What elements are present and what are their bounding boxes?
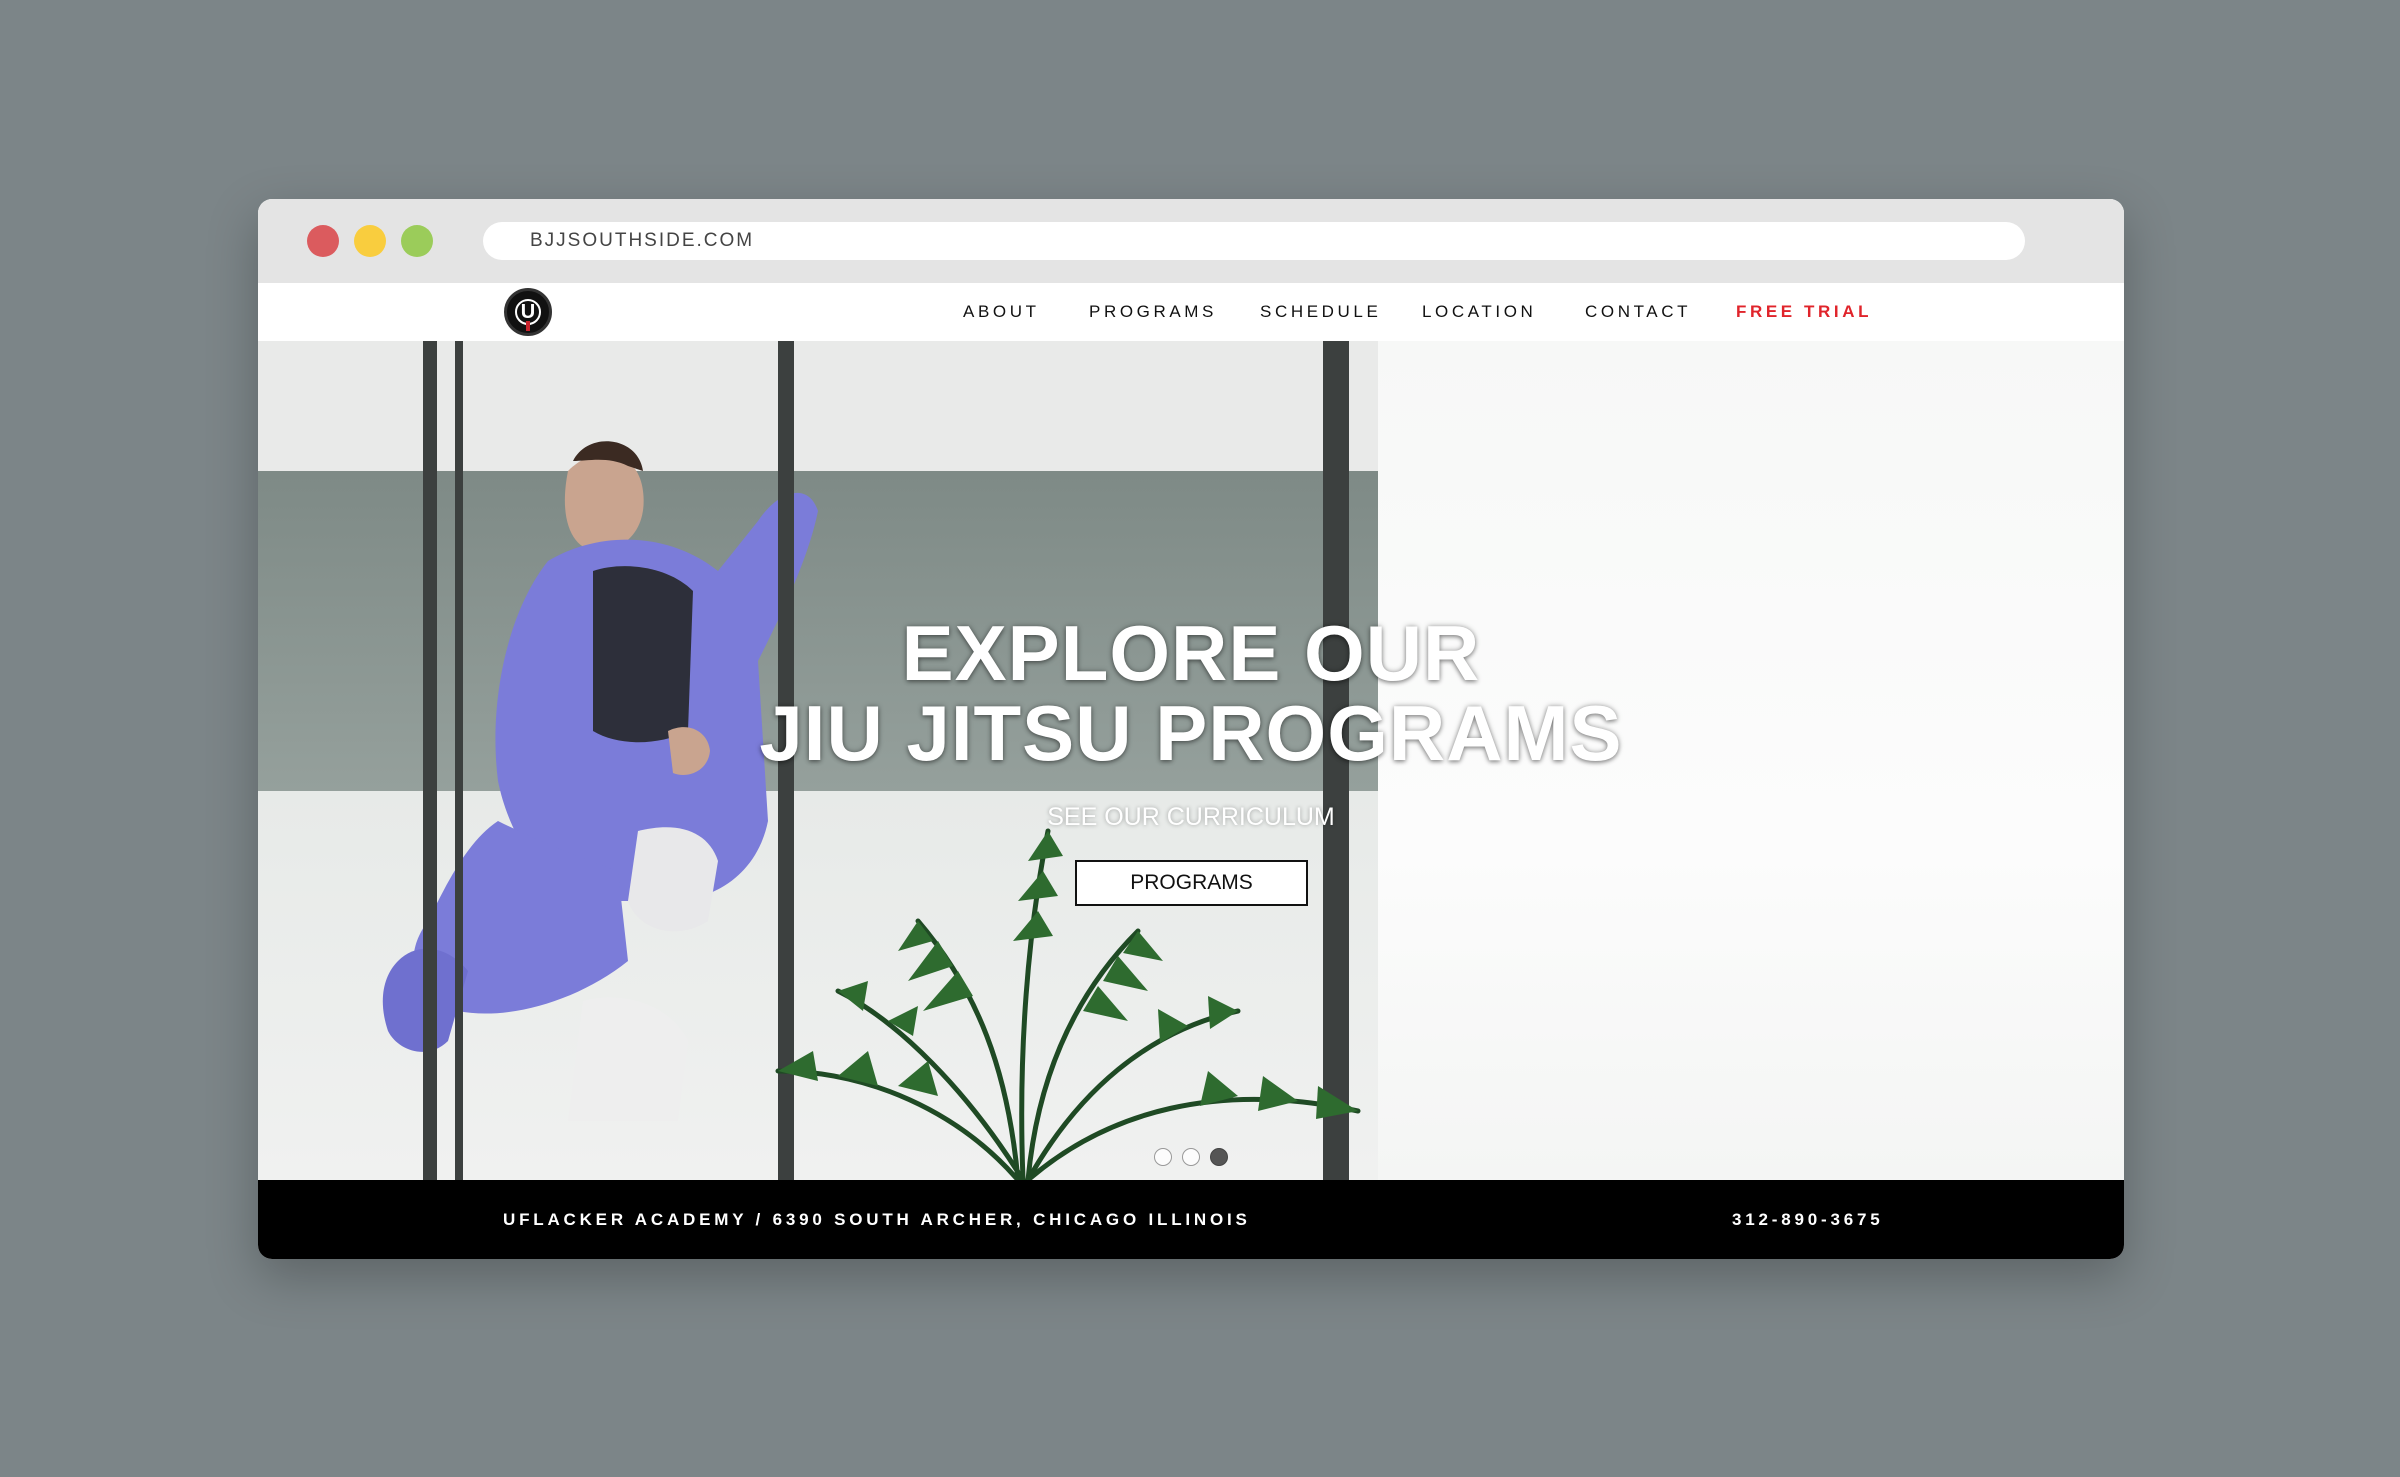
hero-slider: EXPLORE OUR JIU JITSU PROGRAMS SEE OUR C… (258, 341, 2124, 1180)
footer-phone[interactable]: 312-890-3675 (1732, 1180, 1883, 1259)
academy-logo-icon[interactable]: U (504, 288, 552, 336)
browser-window: BJJSOUTHSIDE.COM U ABOUT PROGRAMS SCHEDU… (258, 199, 2124, 1259)
slider-dot-2[interactable] (1182, 1148, 1200, 1166)
nav-item-contact[interactable]: CONTACT (1585, 283, 1691, 341)
footer-address: UFLACKER ACADEMY / 6390 SOUTH ARCHER, CH… (503, 1210, 1251, 1229)
nav-item-free-trial[interactable]: FREE TRIAL (1736, 283, 1872, 341)
maximize-window-button[interactable] (401, 225, 433, 257)
address-bar-url: BJJSOUTHSIDE.COM (530, 230, 755, 251)
logo-accent (526, 321, 530, 331)
close-window-button[interactable] (307, 225, 339, 257)
browser-toolbar: BJJSOUTHSIDE.COM (258, 199, 2124, 283)
programs-button[interactable]: PROGRAMS (1075, 860, 1308, 906)
nav-item-schedule[interactable]: SCHEDULE (1260, 283, 1381, 341)
slider-dot-1[interactable] (1154, 1148, 1172, 1166)
site-footer: UFLACKER ACADEMY / 6390 SOUTH ARCHER, CH… (258, 1180, 2124, 1259)
hero-title-line1: EXPLORE OUR (901, 609, 1481, 697)
nav-item-about[interactable]: ABOUT (963, 283, 1040, 341)
slider-pagination (1154, 1148, 1238, 1168)
site-navbar: U ABOUT PROGRAMS SCHEDULE LOCATION CONTA… (258, 283, 2124, 341)
nav-item-location[interactable]: LOCATION (1422, 283, 1536, 341)
minimize-window-button[interactable] (354, 225, 386, 257)
nav-item-programs[interactable]: PROGRAMS (1089, 283, 1217, 341)
hero-title-line2: JIU JITSU PROGRAMS (759, 689, 1623, 777)
slider-dot-3[interactable] (1210, 1148, 1228, 1166)
hero-subtitle: SEE OUR CURRICULUM (1047, 803, 1335, 831)
address-bar[interactable]: BJJSOUTHSIDE.COM (483, 222, 2025, 260)
